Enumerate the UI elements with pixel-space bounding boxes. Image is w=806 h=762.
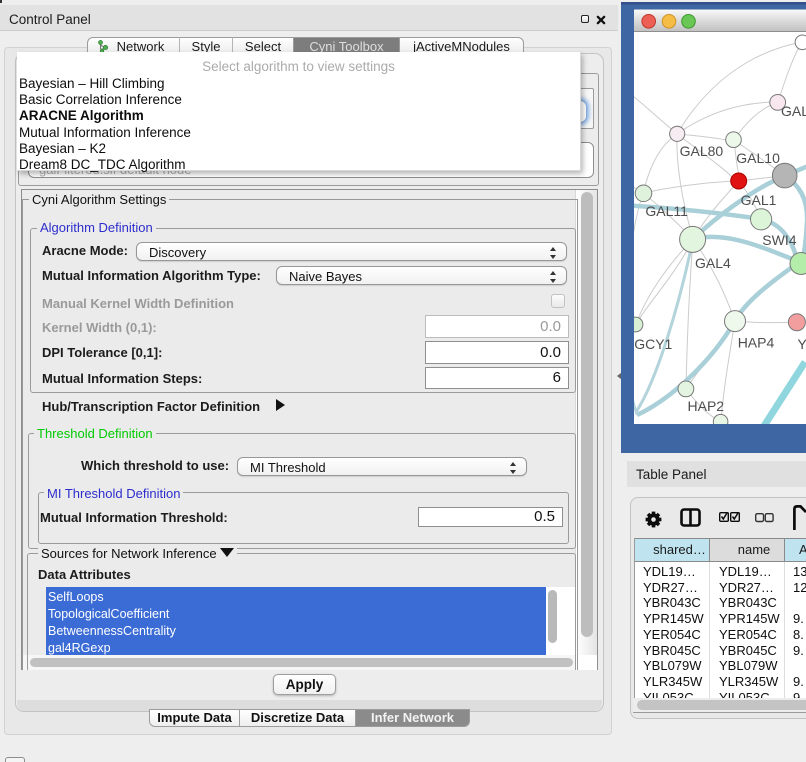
svg-text:GAL11: GAL11 <box>645 203 688 219</box>
svg-text:GAL4: GAL4 <box>695 255 731 271</box>
svg-text:GAL: GAL <box>781 103 806 119</box>
svg-text:GAL80: GAL80 <box>680 143 724 159</box>
svg-text:GAL1: GAL1 <box>741 192 777 208</box>
svg-text:GCY1: GCY1 <box>634 336 672 352</box>
svg-text:HAP2: HAP2 <box>688 398 725 414</box>
svg-text:Y: Y <box>798 336 806 352</box>
svg-text:GAL10: GAL10 <box>736 150 780 166</box>
svg-text:HAP4: HAP4 <box>738 335 775 351</box>
svg-text:SWI4: SWI4 <box>762 232 796 248</box>
